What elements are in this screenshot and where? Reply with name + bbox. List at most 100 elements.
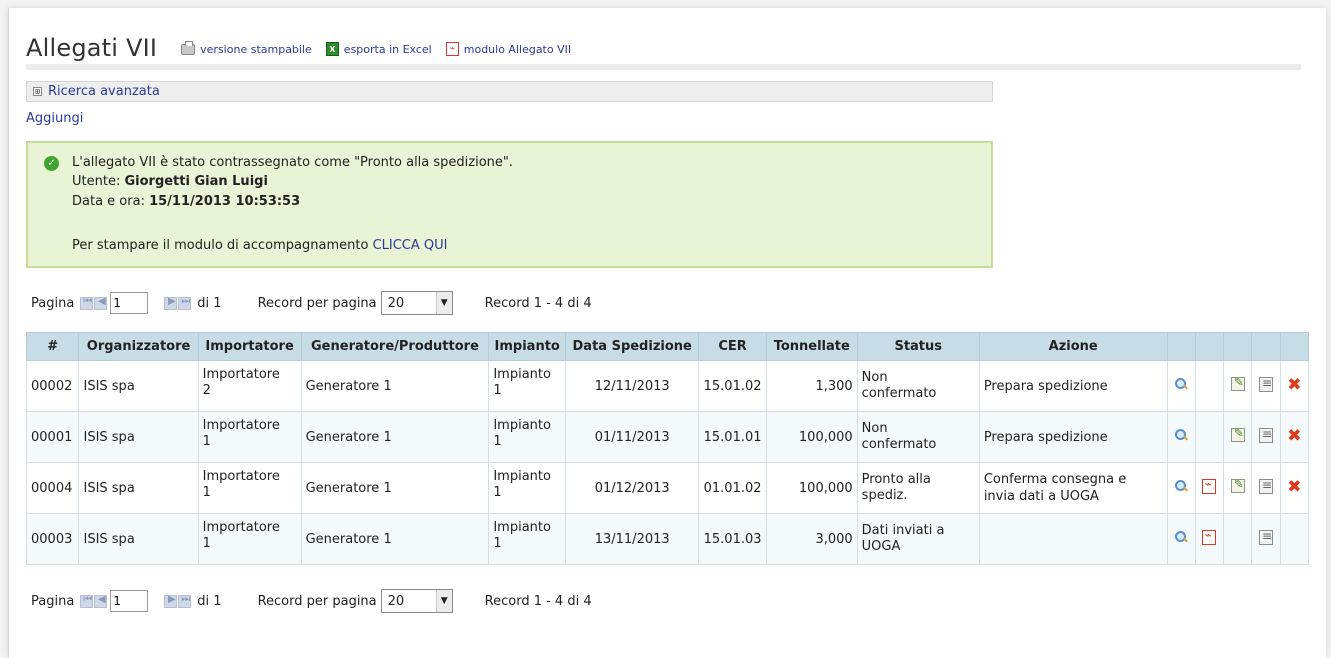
edit-icon[interactable] <box>1230 477 1245 493</box>
status-line: confermato <box>861 437 937 452</box>
cell-view <box>1166 462 1196 514</box>
cell-generator: Generatore 1 <box>300 513 490 565</box>
col-header[interactable]: Data Spedizione <box>565 332 700 361</box>
rpp-select[interactable]: 20 ▼ <box>380 291 453 315</box>
last-page-icon[interactable]: ⏭ <box>178 296 192 310</box>
col-header[interactable]: Importatore <box>197 332 302 361</box>
cell-pdf <box>1194 411 1225 463</box>
pager-top: Pagina ⏮ ◀ ▶ ⏭ di 1 Record per pagina 20… <box>31 290 592 316</box>
cell-action-link[interactable]: Prepara spedizione <box>978 411 1168 463</box>
page-title: Allegati VII <box>26 34 158 62</box>
magnifier-icon[interactable] <box>1174 479 1188 493</box>
page-input[interactable] <box>110 292 149 314</box>
col-header[interactable]: Azione <box>978 332 1168 361</box>
document-icon[interactable] <box>1259 376 1273 392</box>
cell-view <box>1166 513 1196 565</box>
document-icon[interactable] <box>1259 427 1273 443</box>
first-page-icon[interactable]: ⏮ <box>80 296 94 310</box>
pdf-icon[interactable] <box>1202 477 1217 494</box>
edit-icon[interactable] <box>1230 375 1245 391</box>
cell-delete <box>1279 513 1310 565</box>
delete-icon[interactable]: ✖ <box>1287 479 1301 496</box>
click-here-link[interactable]: CLICCA QUI <box>373 238 448 253</box>
importer-line: Importatore <box>202 520 280 535</box>
col-header[interactable]: Tonnellate <box>765 332 858 361</box>
cell-action-link[interactable]: Prepara spedizione <box>978 360 1168 412</box>
export-excel-label: esporta in Excel <box>343 42 432 56</box>
cell-plant: Impianto 1 <box>488 462 567 514</box>
add-link[interactable]: Aggiungi <box>26 111 83 126</box>
advanced-search-toggle[interactable]: ⊞ Ricerca avanzata <box>26 81 993 102</box>
col-header[interactable]: Impianto <box>488 332 567 361</box>
plant-line: Impianto <box>493 418 551 433</box>
message-line: L'allegato VII è stato contrassegnato co… <box>72 155 514 170</box>
col-header-empty <box>1279 332 1310 361</box>
status-line: Non <box>861 421 888 436</box>
action-line: Prepara spedizione <box>983 378 1108 394</box>
cell-status: Pronto alla spediz. <box>856 462 980 514</box>
cell-plant: Impianto 1 <box>488 411 567 463</box>
export-excel-link[interactable]: X esporta in Excel <box>325 42 432 62</box>
cell-delete: ✖ <box>1279 462 1310 514</box>
cell-date: 12/11/2013 <box>565 360 700 412</box>
plant-line: Impianto <box>493 469 551 484</box>
cell-status: Non confermato <box>856 360 980 412</box>
print-version-label: versione stampabile <box>200 43 312 56</box>
cell-status: Dati inviati a UOGA <box>856 513 980 565</box>
cell-pdf <box>1194 513 1225 565</box>
prev-page-icon[interactable]: ◀ <box>94 594 108 608</box>
record-count: Record 1 - 4 di 4 <box>484 593 592 609</box>
plant-line: 1 <box>493 485 502 500</box>
header-divider <box>26 64 1301 70</box>
next-page-icon[interactable]: ▶ <box>164 594 178 608</box>
magnifier-icon[interactable] <box>1174 377 1188 391</box>
printer-icon <box>181 41 196 55</box>
cell-tonnes: 3,000 <box>765 513 858 565</box>
message-print: Per stampare il modulo di accompagnament… <box>72 238 448 253</box>
importer-line: Importatore <box>202 367 280 382</box>
document-icon[interactable] <box>1259 529 1273 545</box>
col-header[interactable]: CER <box>698 332 767 361</box>
cell-copy <box>1251 462 1281 514</box>
document-icon[interactable] <box>1259 478 1273 494</box>
edit-icon[interactable] <box>1230 426 1245 442</box>
first-page-icon[interactable]: ⏮ <box>80 594 94 608</box>
module-link[interactable]: ⌁ modulo Allegato VII <box>445 42 571 62</box>
cell-edit <box>1223 513 1253 565</box>
table-header-row: # Organizzatore Importatore Generatore/P… <box>25 332 1310 361</box>
pdf-icon[interactable] <box>1202 528 1217 545</box>
col-header[interactable]: # <box>25 332 80 361</box>
page-count: di 1 <box>197 593 222 609</box>
plant-line: 1 <box>493 434 502 449</box>
importer-line: 2 <box>202 383 211 398</box>
print-version-link[interactable]: versione stampabile <box>181 41 312 62</box>
last-page-icon[interactable]: ⏭ <box>178 594 192 608</box>
col-header-empty <box>1166 332 1196 361</box>
prev-page-icon[interactable]: ◀ <box>94 296 108 310</box>
next-page-icon[interactable]: ▶ <box>164 296 178 310</box>
pdf-icon: ⌁ <box>445 42 459 56</box>
cell-view <box>1166 411 1196 463</box>
page-label: Pagina <box>31 295 75 311</box>
cell-delete: ✖ <box>1279 411 1310 463</box>
cell-action-link[interactable]: Conferma consegna e invia dati a UOGA <box>978 462 1168 514</box>
rpp-select[interactable]: 20 ▼ <box>380 589 453 613</box>
cell-generator: Generatore 1 <box>300 411 490 463</box>
delete-icon[interactable]: ✖ <box>1287 428 1301 445</box>
table-row: 00004 ISIS spa Importatore 1 Generatore 1… <box>25 462 1310 514</box>
col-header[interactable]: Status <box>856 332 980 361</box>
record-count: Record 1 - 4 di 4 <box>484 295 592 311</box>
table-row: 00002 ISIS spa Importatore 2 Generatore 1… <box>25 360 1310 412</box>
cell-importer: Importatore 1 <box>197 411 302 463</box>
plant-line: Impianto <box>493 520 551 535</box>
delete-icon[interactable]: ✖ <box>1287 377 1301 394</box>
expand-icon: ⊞ <box>33 87 42 96</box>
col-header[interactable]: Generatore/Produttore <box>300 332 490 361</box>
cell-generator: Generatore 1 <box>300 360 490 412</box>
table-row: 00003 ISIS spa Importatore 1 Generatore 1… <box>25 513 1310 565</box>
page-input[interactable] <box>110 590 149 612</box>
magnifier-icon[interactable] <box>1174 530 1188 544</box>
magnifier-icon[interactable] <box>1174 428 1188 442</box>
col-header[interactable]: Organizzatore <box>78 332 199 361</box>
cell-copy <box>1251 360 1281 412</box>
